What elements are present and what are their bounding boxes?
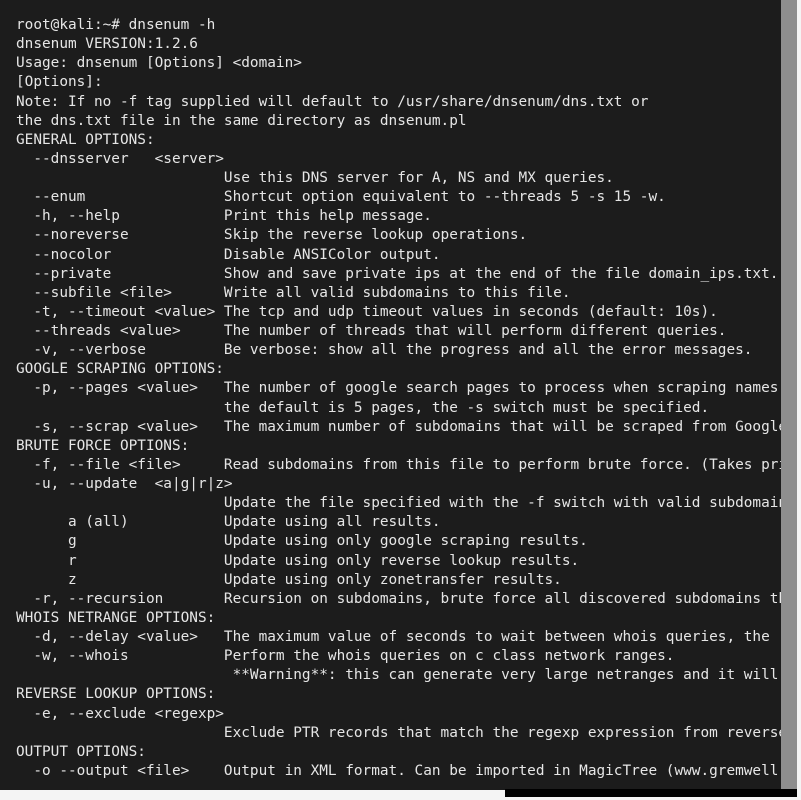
terminal-line: -d, --delay <value> The maximum value of…: [16, 629, 770, 645]
terminal-line: Exclude PTR records that match the regex…: [16, 724, 781, 741]
terminal-line: root@kali:~# dnsenum -h: [16, 17, 216, 33]
terminal-line: r Update using only reverse lookup resul…: [16, 552, 580, 569]
terminal-line: WHOIS NETRANGE OPTIONS:: [16, 609, 216, 626]
terminal-line: -t, --timeout <value> The tcp and udp ti…: [16, 303, 718, 320]
terminal-line: BRUTE FORCE OPTIONS:: [16, 437, 190, 454]
terminal-line: -u, --update <a|g|r|z>: [16, 476, 233, 492]
terminal-line: -s, --scrap <value> The maximum number o…: [16, 418, 781, 435]
terminal-line: --dnsserver <server>: [16, 150, 224, 167]
terminal-line: --threads <value> The number of threads …: [16, 323, 727, 339]
terminal-line: Use this DNS server for A, NS and MX que…: [16, 170, 614, 186]
terminal-line: -h, --help Print this help message.: [16, 208, 432, 225]
terminal-line: [Options]:: [16, 74, 103, 91]
terminal-line: -o --output <file> Output in XML format.…: [16, 762, 781, 779]
window-border: [505, 789, 797, 797]
terminal-line: -e, --exclude <regexp>: [16, 705, 224, 722]
terminal-line: z Update using only zonetransfer results…: [16, 571, 562, 588]
terminal-line: -w, --whois Perform the whois queries on…: [16, 648, 675, 665]
terminal-line: --subfile <file> Write all valid subdoma…: [16, 284, 571, 301]
terminal-line: --noreverse Skip the reverse lookup oper…: [16, 227, 528, 244]
terminal-line: the default is 5 pages, the -s switch mu…: [16, 399, 710, 416]
terminal-line: a (all) Update using all results.: [16, 514, 441, 531]
terminal-line: GENERAL OPTIONS:: [16, 131, 155, 148]
terminal-line: g Update using only google scraping resu…: [16, 533, 588, 550]
terminal-line: Update the file specified with the -f sw…: [16, 495, 781, 512]
terminal-line: REVERSE LOOKUP OPTIONS:: [16, 686, 216, 703]
terminal-line: --private Show and save private ips at t…: [16, 265, 779, 282]
terminal-line: Usage: dnsenum [Options] <domain>: [16, 55, 302, 72]
terminal-line: OUTPUT OPTIONS:: [16, 743, 146, 760]
terminal-line: GOOGLE SCRAPING OPTIONS:: [16, 361, 224, 378]
terminal-output: root@kali:~# dnsenum -h dnsenum VERSION:1…: [16, 16, 781, 781]
terminal-line: Note: If no -f tag supplied will default…: [16, 93, 649, 110]
terminal-line: --enum Shortcut option equivalent to --t…: [16, 189, 666, 206]
terminal-line: -p, --pages <value> The number of google…: [16, 380, 781, 397]
terminal-line: -r, --recursion Recursion on subdomains,…: [16, 590, 781, 607]
scrollbar[interactable]: [781, 0, 797, 790]
terminal-line: the dns.txt file in the same directory a…: [16, 112, 467, 129]
terminal-line: dnsenum VERSION:1.2.6: [16, 36, 198, 53]
terminal-window[interactable]: root@kali:~# dnsenum -h dnsenum VERSION:1…: [0, 0, 781, 790]
terminal-line: -v, --verbose Be verbose: show all the p…: [16, 342, 753, 359]
terminal-line: -f, --file <file> Read subdomains from t…: [16, 456, 781, 473]
terminal-line: --nocolor Disable ANSIColor output.: [16, 246, 441, 263]
terminal-line: **Warning**: this can generate very larg…: [16, 667, 779, 684]
